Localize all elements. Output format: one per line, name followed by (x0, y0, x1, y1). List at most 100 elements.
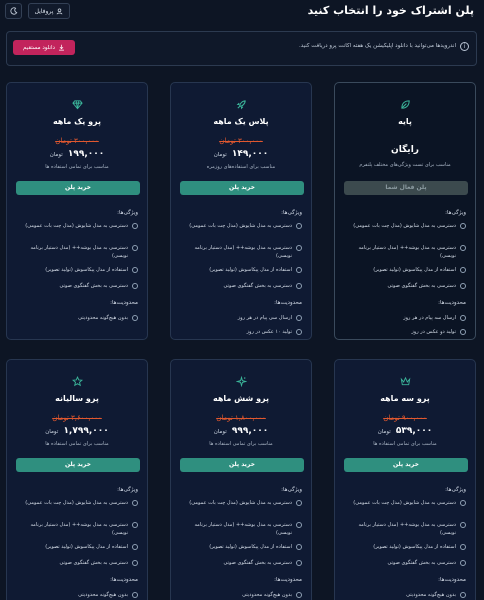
feature-item: دسترسی به بخش گفتگوی صوتی (14, 559, 138, 567)
feature-item: دسترسی به مدل شایوش (مدل چت بات عمومی) (342, 222, 466, 230)
check-circle-icon (460, 500, 466, 506)
plan-card: پایه رایگان مناسب برای تست ویژگی‌های مختلف… (334, 82, 476, 340)
feature-text: دسترسی به مدل شایوش (مدل چت بات عمومی) (25, 223, 128, 229)
feature-text: دسترسی به بخش گفتگوی صوتی (59, 283, 128, 289)
check-circle-icon (132, 522, 138, 528)
feature-item: دسترسی به مدل شایوش (مدل چت بات عمومی) (342, 499, 466, 507)
check-circle-icon (132, 560, 138, 566)
crown-icon (335, 372, 475, 386)
buy-plan-button[interactable]: خرید پلن (180, 458, 304, 472)
feature-text: دسترسی به مدل شایوش (مدل چت بات عمومی) (189, 223, 292, 229)
app-notice-banner: i اندرویدها می‌توانید با دانلود اپلیکیشن… (6, 31, 477, 66)
profile-button[interactable]: پروفایل (28, 3, 70, 19)
limit-text: تولید دو عکس در روز (411, 329, 456, 335)
page-title: پلن اشتراک خود را انتخاب کنید (307, 4, 474, 17)
plan-price: ۱,۷۹۹,۰۰۰ تومان (7, 426, 147, 436)
check-circle-icon (296, 522, 302, 528)
feature-item: دسترسی به مدل شایوش (مدل چت بات عمومی) (178, 222, 302, 230)
limits-title: محدودیت‌ها: (110, 577, 138, 583)
feature-text: دسترسی به مدل بوشه‌++ (مدل دستیار برنامه… (358, 522, 457, 536)
check-circle-icon (460, 560, 466, 566)
limit-circle-icon (296, 592, 302, 598)
check-circle-icon (132, 283, 138, 289)
plan-card: پرو سه ماهه ۹۰۰,۰۰۰ تومان ۵۳۹,۰۰۰ تومان منا… (334, 359, 476, 600)
direct-download-button[interactable]: دانلود مستقیم (13, 40, 75, 55)
feature-item: استفاده از مدل پیکاسوش (تولید تصویر) (178, 266, 302, 274)
feature-text: دسترسی به مدل بوشه‌++ (مدل دستیار برنامه… (194, 245, 293, 259)
feature-item: استفاده از مدل پیکاسوش (تولید تصویر) (14, 543, 138, 551)
feature-text: استفاده از مدل پیکاسوش (تولید تصویر) (209, 544, 292, 550)
feature-item: دسترسی به مدل بوشه‌++ (مدل دستیار برنامه… (178, 521, 302, 537)
features-title: ویژگی‌ها: (445, 210, 466, 216)
check-circle-icon (296, 267, 302, 273)
limit-text: بدون هیچ‌گونه محدودیتی (406, 592, 456, 598)
check-circle-icon (132, 500, 138, 506)
limit-text: ارسال سی پیام در هر روز (237, 315, 292, 321)
feature-item: دسترسی به مدل بوشه‌++ (مدل دستیار برنامه… (178, 244, 302, 260)
check-circle-icon (132, 223, 138, 229)
plan-price-currency: تومان (213, 152, 227, 158)
limit-text: ارسال سه پیام در هر روز (403, 315, 456, 321)
profile-label: پروفایل (34, 7, 54, 15)
feature-text: دسترسی به بخش گفتگوی صوتی (223, 283, 292, 289)
feature-item: استفاده از مدل پیکاسوش (تولید تصویر) (342, 543, 466, 551)
feature-item: دسترسی به بخش گفتگوی صوتی (342, 282, 466, 290)
download-icon (59, 44, 64, 51)
plan-description: مناسب برای تمامی استفاده ها (45, 441, 109, 447)
feature-text: دسترسی به بخش گفتگوی صوتی (59, 560, 128, 566)
limit-text: تولید ۱۰ عکس در روز (246, 329, 292, 335)
limit-item: تولید ۱۰ عکس در روز (178, 328, 302, 336)
feature-text: دسترسی به مدل شایوش (مدل چت بات عمومی) (353, 500, 456, 506)
plan-description: مناسب برای تمامی استفاده ها (45, 164, 109, 170)
check-circle-icon (460, 544, 466, 550)
limits-title: محدودیت‌ها: (438, 300, 466, 306)
feature-text: دسترسی به بخش گفتگوی صوتی (387, 283, 456, 289)
features-title: ویژگی‌ها: (117, 487, 138, 493)
plan-card: پلاس یک ماهه ۳۰۰,۰۰۰ تومان ۱۴۹,۰۰۰ تومان من… (170, 82, 312, 340)
check-circle-icon (460, 283, 466, 289)
plan-card: پرو یک ماهه ۳۰۰,۰۰۰ تومان ۱۹۹,۰۰۰ تومان منا… (6, 82, 148, 340)
plan-description: مناسب برای تمامی استفاده ها (209, 441, 273, 447)
plan-name: پرو یک ماهه (52, 117, 102, 126)
plan-old-price: ۹۰۰,۰۰۰ تومان (383, 414, 427, 422)
plan-price-currency: تومان (377, 429, 391, 435)
notice-text: اندرویدها می‌توانید با دانلود اپلیکیشن ی… (298, 43, 456, 49)
theme-toggle-button[interactable] (5, 3, 22, 19)
limits-title: محدودیت‌ها: (438, 577, 466, 583)
buy-plan-button[interactable]: خرید پلن (16, 181, 140, 195)
top-bar: پلن اشتراک خود را انتخاب کنید پروفایل (0, 0, 484, 24)
plan-old-price: ۱,۸۰۰,۰۰۰ تومان (216, 414, 266, 422)
check-circle-icon (296, 223, 302, 229)
limit-text: بدون هیچ‌گونه محدودیتی (242, 592, 292, 598)
buy-plan-button[interactable]: خرید پلن (16, 458, 140, 472)
feature-item: دسترسی به مدل شایوش (مدل چت بات عمومی) (178, 499, 302, 507)
limit-item: بدون هیچ‌گونه محدودیتی (342, 591, 466, 599)
check-circle-icon (132, 267, 138, 273)
feature-item: استفاده از مدل پیکاسوش (تولید تصویر) (342, 266, 466, 274)
limit-item: بدون هیچ‌گونه محدودیتی (14, 591, 138, 599)
plan-price-currency: تومان (45, 429, 59, 435)
leaf-icon (335, 95, 475, 109)
limit-text: بدون هیچ‌گونه محدودیتی (78, 315, 128, 321)
check-circle-icon (132, 245, 138, 251)
plan-price: ۱۴۹,۰۰۰ تومان (171, 149, 311, 159)
plan-description: مناسب برای تمامی استفاده ها (373, 441, 437, 447)
check-circle-icon (460, 267, 466, 273)
rocket-icon (171, 95, 311, 110)
feature-text: استفاده از مدل پیکاسوش (تولید تصویر) (209, 267, 292, 273)
check-circle-icon (296, 544, 302, 550)
check-circle-icon (296, 283, 302, 289)
plan-price-value: ۱,۷۹۹,۰۰۰ (63, 426, 109, 436)
feature-item: دسترسی به مدل بوشه‌++ (مدل دستیار برنامه… (342, 244, 466, 260)
plan-price: ۵۳۹,۰۰۰ تومان (335, 426, 475, 436)
plan-card: پرو شش ماهه ۱,۸۰۰,۰۰۰ تومان ۹۹۹,۰۰۰ تومان م… (170, 359, 312, 600)
buy-plan-button[interactable]: خرید پلن (180, 181, 304, 195)
limit-circle-icon (132, 315, 138, 321)
limit-item: تولید دو عکس در روز (342, 328, 466, 336)
feature-text: دسترسی به مدل بوشه‌++ (مدل دستیار برنامه… (30, 522, 129, 536)
check-circle-icon (460, 245, 466, 251)
plan-price-value: ۱۴۹,۰۰۰ (231, 149, 269, 159)
feature-item: دسترسی به مدل بوشه‌++ (مدل دستیار برنامه… (342, 521, 466, 537)
feature-text: دسترسی به مدل شایوش (مدل چت بات عمومی) (353, 223, 456, 229)
buy-plan-button[interactable]: خرید پلن (344, 458, 468, 472)
